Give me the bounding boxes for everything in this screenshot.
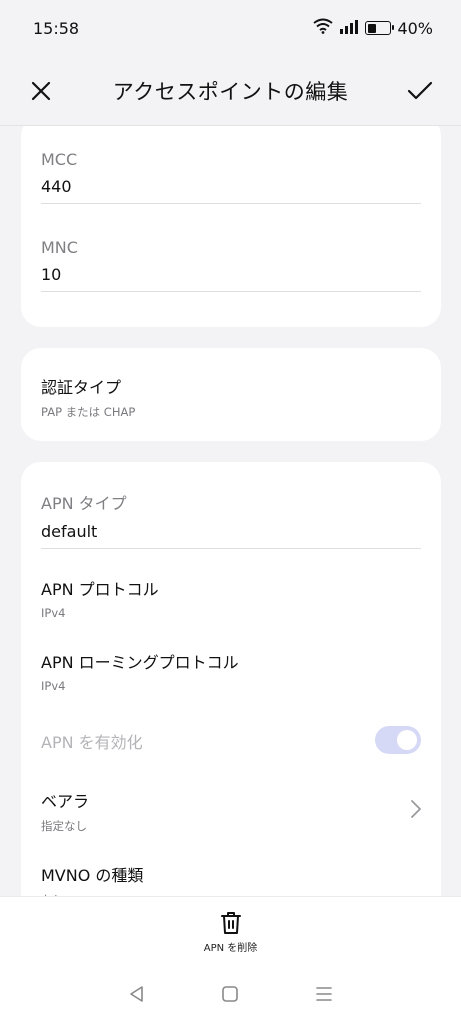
- status-bar: 15:58 40%: [0, 0, 461, 56]
- check-icon: [407, 81, 433, 99]
- apn-settings-card: APN タイプ default APN プロトコル IPv4 APN ローミング…: [21, 462, 441, 896]
- save-button[interactable]: [401, 72, 439, 110]
- bearer-title: ベアラ: [41, 792, 90, 811]
- apn-roaming-protocol-value: IPv4: [41, 679, 66, 693]
- apn-type-underline: [41, 548, 421, 549]
- system-nav-bar: [0, 964, 461, 1024]
- delete-apn-label: APN を削除: [203, 943, 258, 954]
- bearer-value: 指定なし: [41, 819, 87, 833]
- signal-icon: [339, 19, 359, 38]
- mnc-value[interactable]: 10: [41, 265, 421, 284]
- bearer-row[interactable]: ベアラ 指定なし: [41, 788, 421, 834]
- close-button[interactable]: [22, 72, 60, 110]
- apn-protocol-row[interactable]: APN プロトコル IPv4: [41, 576, 421, 620]
- auth-type-card[interactable]: 認証タイプ PAP または CHAP: [21, 348, 441, 441]
- auth-type-value: PAP または CHAP: [41, 405, 136, 419]
- apn-type-label: APN タイプ: [41, 494, 127, 513]
- apn-enable-row: APN を有効化: [41, 726, 421, 757]
- apn-enable-title: APN を有効化: [41, 733, 143, 752]
- mcc-underline: [41, 203, 421, 204]
- trash-icon: [220, 912, 241, 934]
- status-time: 15:58: [33, 18, 80, 38]
- toggle-knob: [397, 730, 417, 750]
- home-icon[interactable]: [221, 985, 239, 1003]
- mvno-type-row[interactable]: MVNO の種類 なし: [41, 862, 421, 896]
- apn-protocol-value: IPv4: [41, 606, 66, 620]
- auth-type-title: 認証タイプ: [41, 378, 122, 397]
- apn-type-field[interactable]: APN タイプ default: [41, 490, 421, 549]
- mcc-field[interactable]: MCC 440: [41, 150, 421, 204]
- mnc-underline: [41, 291, 421, 292]
- back-icon[interactable]: [128, 985, 146, 1003]
- battery-fill: [367, 23, 377, 33]
- page-title: アクセスポイントの編集: [112, 79, 349, 104]
- mnc-label: MNC: [41, 238, 78, 257]
- status-icons: 40%: [313, 18, 433, 38]
- chevron-right-icon: [411, 800, 421, 818]
- bottom-action-bar: APN を削除: [0, 896, 461, 964]
- mnc-field[interactable]: MNC 10: [41, 238, 421, 292]
- settings-list[interactable]: MCC 440 MNC 10 認証タイプ PAP または CHAP APN タイ…: [0, 126, 461, 896]
- close-icon: [31, 81, 51, 100]
- apn-protocol-title: APN プロトコル: [41, 580, 159, 599]
- battery-icon: [365, 21, 395, 35]
- apn-roaming-protocol-row[interactable]: APN ローミングプロトコル IPv4: [41, 649, 421, 693]
- delete-apn-button[interactable]: APN を削除: [203, 897, 258, 964]
- apn-roaming-protocol-title: APN ローミングプロトコル: [41, 653, 239, 672]
- apn-type-value[interactable]: default: [41, 522, 421, 541]
- apn-enable-toggle[interactable]: [375, 726, 421, 754]
- mvno-type-title: MVNO の種類: [41, 866, 144, 885]
- auth-type-row[interactable]: 認証タイプ PAP または CHAP: [41, 374, 421, 420]
- app-header: アクセスポイントの編集: [0, 56, 461, 126]
- wifi-icon: [313, 18, 334, 38]
- recents-menu-icon[interactable]: [315, 985, 333, 1003]
- mcc-value[interactable]: 440: [41, 177, 421, 196]
- network-code-card: MCC 440 MNC 10: [21, 126, 441, 327]
- mcc-label: MCC: [41, 150, 78, 169]
- battery-percent: 40%: [397, 18, 433, 38]
